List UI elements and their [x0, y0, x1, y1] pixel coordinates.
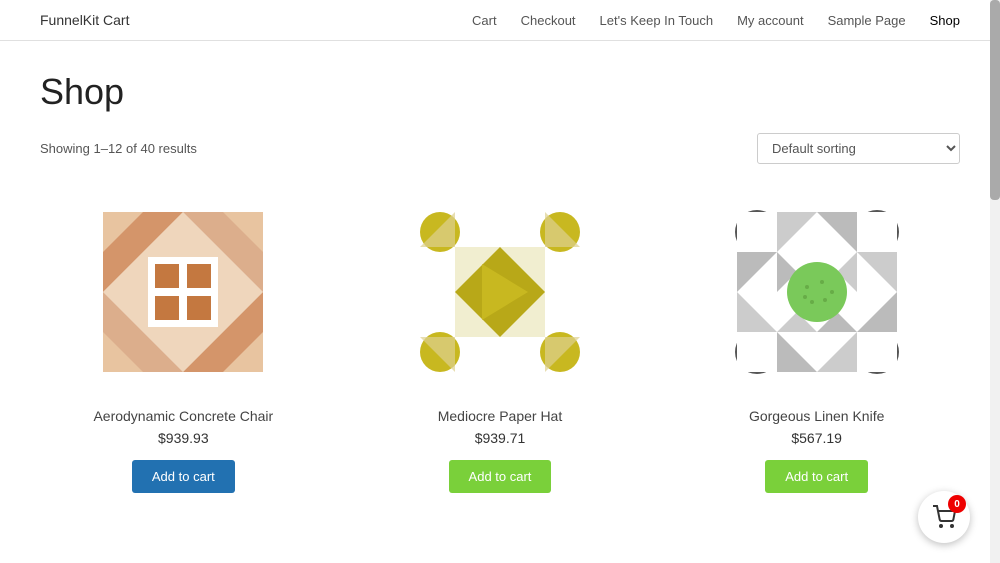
shop-meta-bar: Showing 1–12 of 40 results Default sorti…	[40, 133, 960, 164]
product-card-3: Gorgeous Linen Knife $567.19 Add to cart	[673, 192, 960, 493]
nav-shop[interactable]: Shop	[930, 13, 960, 28]
nav-checkout[interactable]: Checkout	[521, 13, 576, 28]
product-price-3: $567.19	[791, 430, 842, 446]
product-grid: Aerodynamic Concrete Chair $939.93 Add t…	[40, 192, 960, 493]
add-to-cart-btn-3[interactable]: Add to cart	[765, 460, 868, 493]
results-count: Showing 1–12 of 40 results	[40, 141, 197, 156]
product-image-3	[717, 192, 917, 392]
product-name-2: Mediocre Paper Hat	[438, 408, 563, 424]
site-logo[interactable]: FunnelKit Cart	[40, 12, 129, 28]
add-to-cart-btn-1[interactable]: Add to cart	[132, 460, 235, 493]
site-header: FunnelKit Cart Cart Checkout Let's Keep …	[0, 0, 1000, 41]
scrollbar-thumb[interactable]	[990, 0, 1000, 200]
scrollbar-track[interactable]	[990, 0, 1000, 563]
product-price-2: $939.71	[475, 430, 526, 446]
product-image-2	[400, 192, 600, 392]
main-nav: Cart Checkout Let's Keep In Touch My acc…	[472, 13, 960, 28]
product-name-1: Aerodynamic Concrete Chair	[93, 408, 273, 424]
cart-badge: 0	[948, 495, 966, 513]
product-card-2: Mediocre Paper Hat $939.71 Add to cart	[357, 192, 644, 493]
sort-dropdown[interactable]: Default sorting Sort by popularity Sort …	[757, 133, 960, 164]
cart-float-button[interactable]: 0	[918, 491, 970, 543]
add-to-cart-btn-2[interactable]: Add to cart	[449, 460, 552, 493]
nav-keep-in-touch[interactable]: Let's Keep In Touch	[600, 13, 714, 28]
main-content: Shop Showing 1–12 of 40 results Default …	[0, 41, 1000, 523]
product-price-1: $939.93	[158, 430, 209, 446]
nav-cart[interactable]: Cart	[472, 13, 497, 28]
product-image-1	[83, 192, 283, 392]
nav-sample-page[interactable]: Sample Page	[828, 13, 906, 28]
product-name-3: Gorgeous Linen Knife	[749, 408, 884, 424]
product-card-1: Aerodynamic Concrete Chair $939.93 Add t…	[40, 192, 327, 493]
page-title: Shop	[40, 71, 960, 113]
nav-my-account[interactable]: My account	[737, 13, 803, 28]
